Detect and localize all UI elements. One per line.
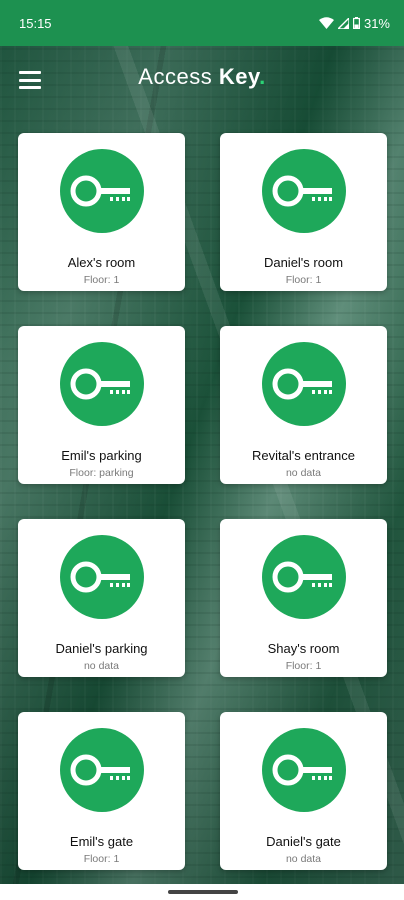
app-header: Access Key. <box>0 46 404 116</box>
key-icon <box>59 728 144 812</box>
key-icon <box>261 342 346 426</box>
key-name: Revital's entrance <box>252 448 355 463</box>
key-name: Emil's gate <box>69 834 134 849</box>
key-floor: Floor: 1 <box>83 274 120 286</box>
key-card[interactable]: Alex's room Floor: 1 <box>18 133 185 291</box>
key-floor: Floor: 1 <box>285 274 322 286</box>
app-title-light: Access <box>138 64 219 89</box>
key-card[interactable]: Daniel's parking no data <box>18 519 185 677</box>
key-floor: Floor: 1 <box>285 660 322 672</box>
key-name: Daniel's gate <box>266 834 341 849</box>
gesture-handle[interactable] <box>168 890 238 894</box>
key-icon <box>261 535 346 619</box>
status-icons: 31% <box>318 15 390 31</box>
key-floor: no data <box>285 467 322 479</box>
key-floor: no data <box>285 853 322 865</box>
navigation-bar <box>0 884 404 900</box>
key-icon <box>59 535 144 619</box>
key-icon <box>59 149 144 233</box>
key-icon <box>261 728 346 812</box>
signal-icon <box>337 17 349 29</box>
key-card[interactable]: Daniel's room Floor: 1 <box>220 133 387 291</box>
key-name: Daniel's room <box>263 255 344 270</box>
battery-icon <box>352 17 360 29</box>
key-icon <box>59 342 144 426</box>
status-time: 15:15 <box>19 15 52 31</box>
battery-level: 31% <box>363 15 390 31</box>
app-title-dot: . <box>259 64 266 89</box>
status-bar: 15:15 31% <box>0 0 404 46</box>
key-card[interactable]: Daniel's gate no data <box>220 712 387 870</box>
key-floor: no data <box>83 660 120 672</box>
key-grid: Alex's room Floor: 1 Daniel's room Floor: 1… <box>18 133 388 870</box>
wifi-icon <box>318 17 334 29</box>
key-card[interactable]: Revital's entrance no data <box>220 326 387 484</box>
key-floor: Floor: 1 <box>83 853 120 865</box>
app-title-bold: Key <box>218 64 260 89</box>
key-floor: Floor: parking <box>69 467 134 479</box>
key-card[interactable]: Emil's gate Floor: 1 <box>18 712 185 870</box>
key-name: Alex's room <box>67 255 136 270</box>
key-card[interactable]: Shay's room Floor: 1 <box>220 519 387 677</box>
key-name: Daniel's parking <box>55 641 148 656</box>
key-name: Shay's room <box>267 641 340 656</box>
app-title: Access Key. <box>0 64 404 90</box>
key-card[interactable]: Emil's parking Floor: parking <box>18 326 185 484</box>
key-icon <box>261 149 346 233</box>
key-name: Emil's parking <box>61 448 142 463</box>
